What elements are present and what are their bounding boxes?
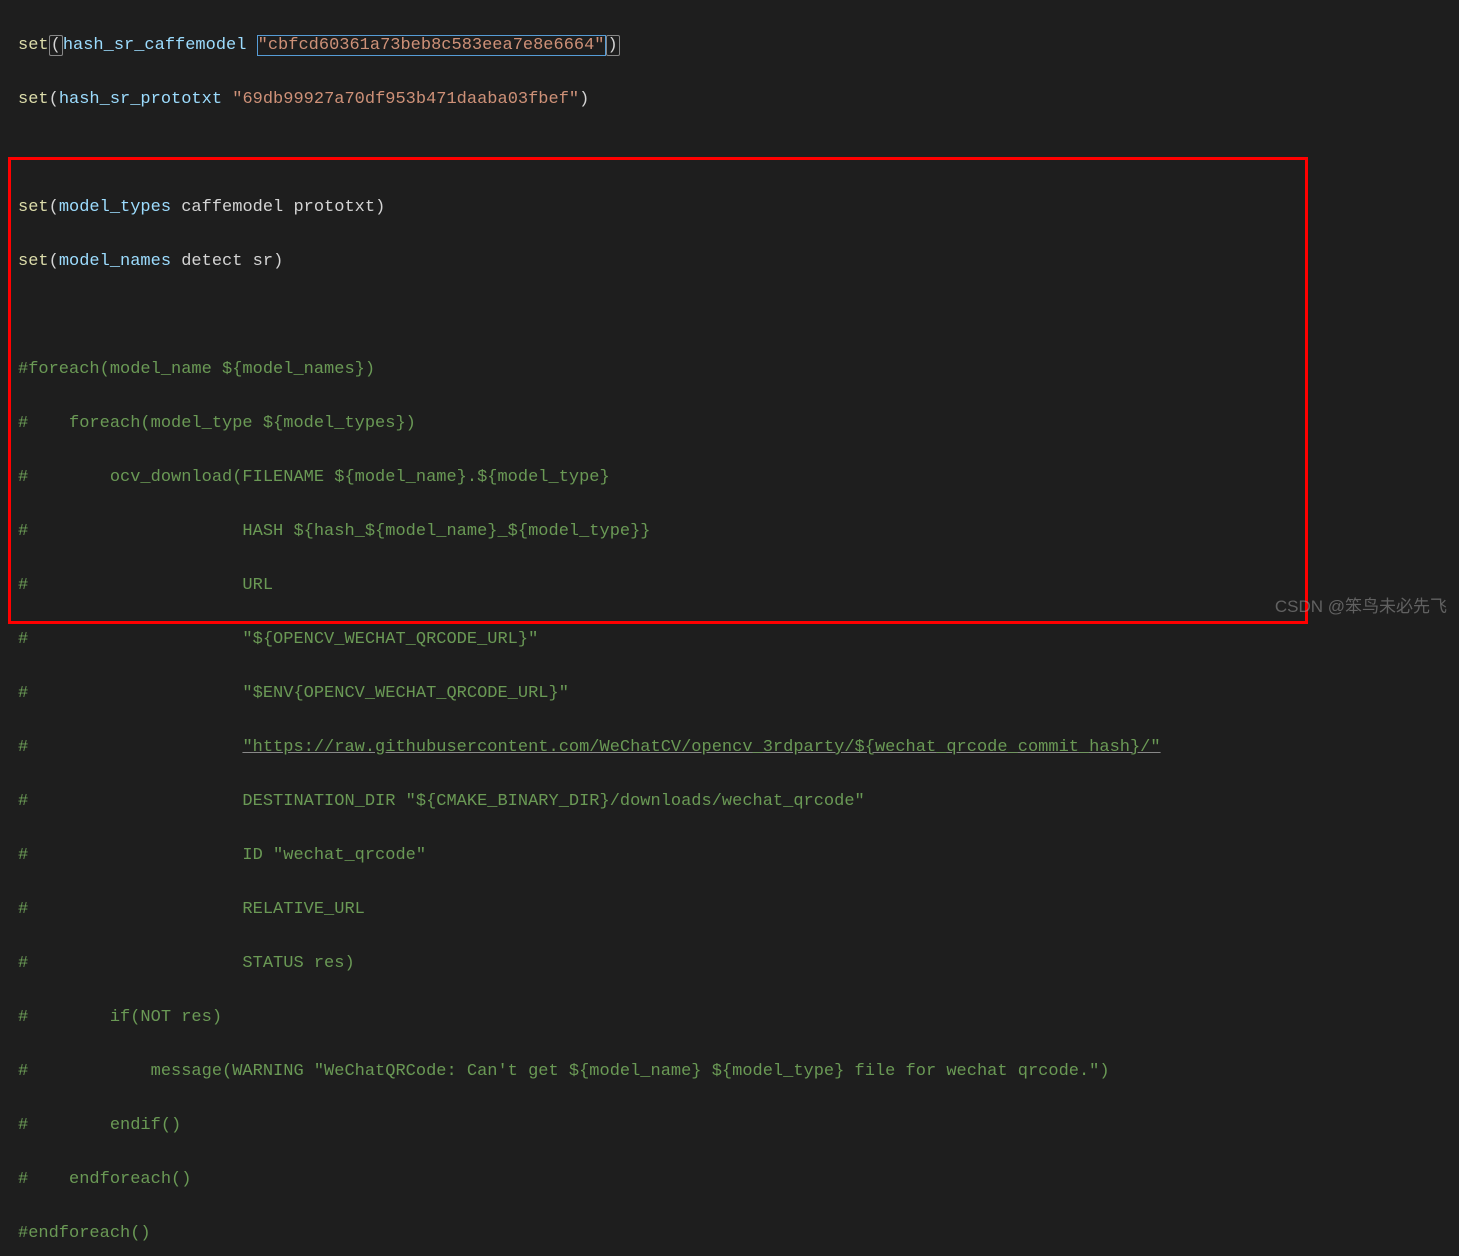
var: hash_sr_prototxt	[59, 90, 222, 109]
comment-line: # "${OPENCV_WECHAT_QRCODE_URL}"	[18, 626, 1459, 653]
fn-set: set	[18, 252, 49, 271]
fn-set: set	[18, 36, 49, 55]
comment-line: # ocv_download(FILENAME ${model_name}.${…	[18, 464, 1459, 491]
var: model_types	[59, 198, 171, 217]
comment-line: #endforeach()	[18, 1220, 1459, 1247]
code-line: set(model_types caffemodel prototxt)	[18, 194, 1459, 221]
comment-line: # STATUS res)	[18, 950, 1459, 977]
comment-line: # if(NOT res)	[18, 1004, 1459, 1031]
var: hash_sr_caffemodel	[63, 36, 247, 55]
url-link: "https://raw.githubusercontent.com/WeCha…	[242, 738, 1160, 757]
comment-line: # URL	[18, 572, 1459, 599]
code-editor[interactable]: set(hash_sr_caffemodel "cbfcd60361a73beb…	[0, 0, 1459, 1256]
code-line: set(hash_sr_prototxt "69db99927a70df953b…	[18, 86, 1459, 113]
comment-line: # endif()	[18, 1112, 1459, 1139]
var: model_names	[59, 252, 171, 271]
comment-line: # "$ENV{OPENCV_WECHAT_QRCODE_URL}"	[18, 680, 1459, 707]
comment-line: # HASH ${hash_${model_name}_${model_type…	[18, 518, 1459, 545]
comment-line: # ID "wechat_qrcode"	[18, 842, 1459, 869]
comment-line: # DESTINATION_DIR "${CMAKE_BINARY_DIR}/d…	[18, 788, 1459, 815]
code-line: set(hash_sr_caffemodel "cbfcd60361a73beb…	[18, 32, 1459, 59]
string-literal: "cbfcd60361a73beb8c583eea7e8e6664"	[257, 35, 606, 56]
comment-line: #foreach(model_name ${model_names})	[18, 356, 1459, 383]
string-literal: "69db99927a70df953b471daaba03fbef"	[232, 90, 579, 109]
comment-line: # endforeach()	[18, 1166, 1459, 1193]
comment-line: # message(WARNING "WeChatQRCode: Can't g…	[18, 1058, 1459, 1085]
fn-set: set	[18, 90, 49, 109]
comment-line: # foreach(model_type ${model_types})	[18, 410, 1459, 437]
comment-line: # "https://raw.githubusercontent.com/WeC…	[18, 734, 1459, 761]
comment-line: # RELATIVE_URL	[18, 896, 1459, 923]
fn-set: set	[18, 198, 49, 217]
code-line: set(model_names detect sr)	[18, 248, 1459, 275]
